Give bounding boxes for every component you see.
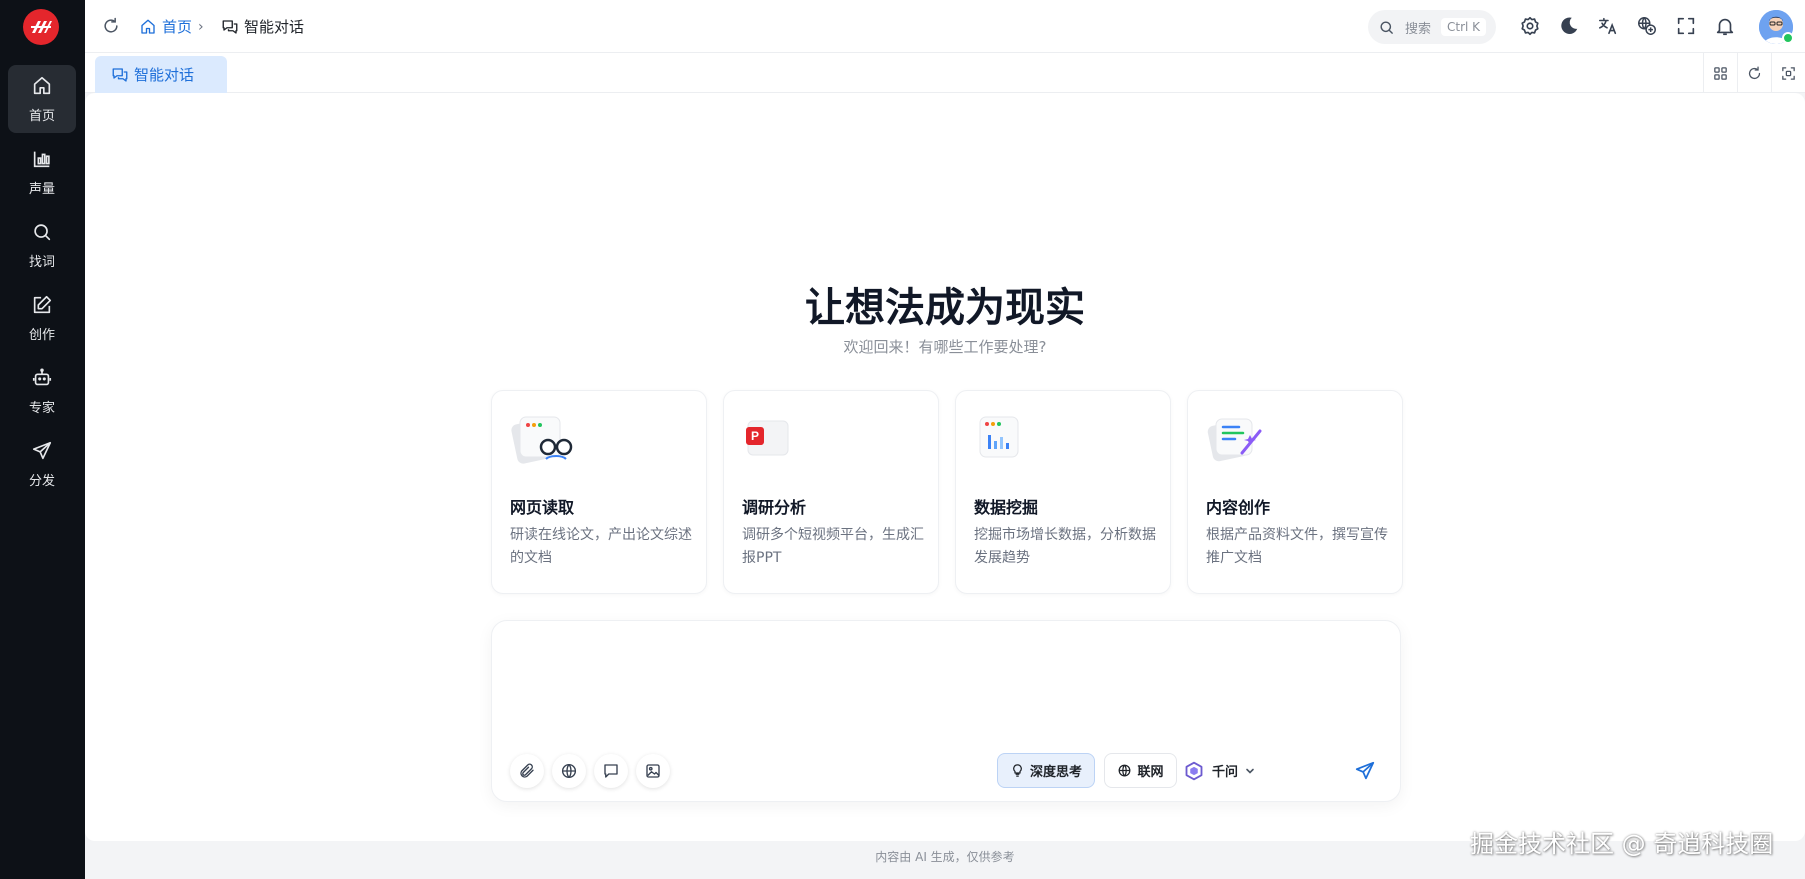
tab-label: 智能对话: [134, 66, 195, 84]
fullscreen-icon[interactable]: [1675, 15, 1697, 37]
watermark: 掘金技术社区 @ 奇逍科技圈: [1470, 830, 1774, 858]
sidebar-item-label: 创作: [28, 327, 55, 343]
settings-icon[interactable]: [1519, 15, 1541, 37]
qwen-logo-icon: [1185, 761, 1203, 780]
search-placeholder: 搜索: [1405, 21, 1432, 37]
breadcrumb-current: 智能对话: [221, 0, 304, 53]
ppt-icon: P: [742, 413, 806, 469]
card-title: 网页读取: [510, 498, 575, 517]
top-header: 首页 › 智能对话 搜索 Ctrl K: [85, 0, 1805, 53]
deep-think-label: 深度思考: [1029, 765, 1082, 780]
send-icon: [1355, 761, 1375, 780]
online-status-dot: [1782, 32, 1794, 44]
edit-icon: [33, 295, 52, 313]
theme-moon-icon[interactable]: [1558, 15, 1580, 37]
card-desc: 调研多个短视频平台，生成汇报PPT: [742, 527, 924, 566]
search-box[interactable]: 搜索 Ctrl K: [1368, 10, 1496, 44]
image-icon[interactable]: [636, 754, 670, 788]
sidebar-item-volume[interactable]: 声量: [8, 138, 76, 206]
breadcrumb-home[interactable]: 首页: [139, 0, 192, 53]
brand-logo-icon[interactable]: [23, 9, 59, 45]
send-button[interactable]: [1350, 756, 1380, 786]
deep-think-button[interactable]: 深度思考: [997, 753, 1095, 788]
card-title: 调研分析: [742, 498, 807, 517]
web-reader-icon: [510, 413, 574, 469]
chat-composer: 深度思考 联网 千问: [491, 620, 1401, 802]
sidebar: 首页 声量 找词 创作 专家 分发: [0, 0, 85, 879]
lightbulb-icon: [1013, 764, 1022, 777]
home-icon: [141, 19, 155, 34]
model-label: 千问: [1212, 765, 1239, 780]
tab-smart-chat[interactable]: 智能对话: [95, 56, 227, 93]
breadcrumb-home-label: 首页: [162, 18, 193, 36]
sidebar-item-label: 分发: [28, 473, 55, 489]
attach-icon[interactable]: [510, 754, 544, 788]
model-selector[interactable]: 千问: [1184, 753, 1256, 788]
feature-card-data-mining[interactable]: 数据挖掘 挖掘市场增长数据，分析数据发展趋势: [955, 390, 1171, 594]
comment-icon[interactable]: [594, 754, 628, 788]
focus-mode-icon[interactable]: [1771, 53, 1805, 93]
sidebar-item-expert[interactable]: 专家: [8, 357, 76, 425]
chat-icon: [112, 67, 128, 82]
sidebar-item-label: 找词: [28, 254, 55, 270]
web-search-label: 联网: [1137, 765, 1164, 780]
breadcrumb-separator: ›: [198, 18, 204, 35]
bar-chart-icon: [33, 151, 50, 167]
bell-icon[interactable]: [1714, 15, 1736, 37]
feature-card-content-create[interactable]: 内容创作 根据产品资料文件，撰写宣传推广文档: [1187, 390, 1403, 594]
language-globe-icon[interactable]: [1636, 15, 1658, 37]
chevron-down-icon: [1246, 768, 1254, 774]
chat-input[interactable]: [510, 635, 1380, 735]
card-desc: 挖掘市场增长数据，分析数据发展趋势: [974, 527, 1156, 566]
robot-icon: [32, 367, 52, 385]
sidebar-item-label: 声量: [28, 181, 55, 197]
svg-text:P: P: [751, 429, 759, 443]
send-icon: [32, 441, 52, 459]
grid-view-icon[interactable]: [1703, 53, 1737, 93]
search-icon: [1380, 20, 1393, 34]
page-title: 让想法成为现实: [805, 285, 1085, 331]
sidebar-item-label: 首页: [28, 108, 55, 124]
main-content: 让想法成为现实 欢迎回来！有哪些工作要处理? 网页读取 研读在线论文，产出论文综…: [85, 93, 1805, 841]
sidebar-item-distribute[interactable]: 分发: [8, 430, 76, 498]
home-icon: [33, 76, 51, 94]
feature-card-research[interactable]: P 调研分析 调研多个短视频平台，生成汇报PPT: [723, 390, 939, 594]
sidebar-item-home[interactable]: 首页: [8, 65, 76, 133]
sidebar-item-create[interactable]: 创作: [8, 284, 76, 352]
translate-icon[interactable]: [1597, 15, 1619, 37]
page-subtitle: 欢迎回来！有哪些工作要处理?: [843, 338, 1047, 356]
sidebar-item-label: 专家: [28, 400, 55, 416]
search-shortcut: Ctrl K: [1441, 18, 1487, 36]
feature-card-web-reader[interactable]: 网页读取 研读在线论文，产出论文综述的文档: [491, 390, 707, 594]
refresh-icon[interactable]: [101, 16, 121, 36]
web-search-button[interactable]: 联网: [1104, 753, 1177, 788]
content-write-icon: [1206, 413, 1270, 469]
search-icon: [34, 223, 51, 240]
reload-tab-icon[interactable]: [1737, 53, 1771, 93]
card-desc: 根据产品资料文件，撰写宣传推广文档: [1206, 527, 1388, 566]
breadcrumb-current-label: 智能对话: [244, 18, 305, 36]
data-chart-icon: [974, 413, 1038, 469]
tabs-bar: 智能对话: [85, 53, 1805, 93]
globe-icon[interactable]: [552, 754, 586, 788]
sidebar-item-findwords[interactable]: 找词: [8, 211, 76, 279]
chat-icon: [222, 19, 238, 34]
card-desc: 研读在线论文，产出论文综述的文档: [510, 527, 692, 566]
card-title: 内容创作: [1206, 498, 1271, 517]
card-title: 数据挖掘: [974, 498, 1039, 517]
globe-icon: [1119, 764, 1131, 777]
